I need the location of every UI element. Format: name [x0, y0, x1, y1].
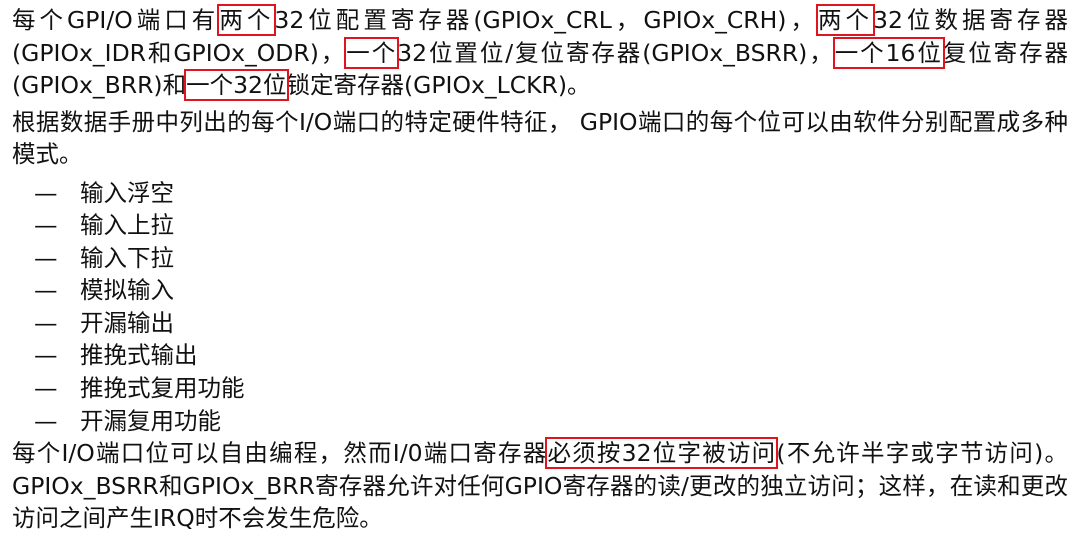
- highlight-one-32bit: 一个32位: [184, 69, 289, 101]
- mode-label: 输入浮空: [80, 178, 174, 207]
- text-segment: 32位置位/复位寄存器(GPIOx_BSRR)，: [397, 38, 835, 67]
- access-rules-paragraph: 每个I/O端口位可以自由编程，然而I/0端口寄存器必须按32位字被访问(不允许半…: [12, 437, 1068, 535]
- highlight-two-config: 两个: [217, 4, 277, 36]
- highlight-32bit-word-access: 必须按32位字被访问: [545, 437, 779, 470]
- bullet-dash: —: [34, 276, 58, 305]
- text-segment: 每个GPI/O端口有: [12, 6, 220, 34]
- mode-label: 输入下拉: [80, 243, 174, 272]
- highlight-two-data: 两个: [815, 4, 876, 36]
- bullet-dash: —: [34, 341, 58, 370]
- mode-label: 模拟输入: [80, 276, 174, 305]
- list-item: — 推挽式输出: [12, 339, 1068, 372]
- mode-list: — 输入浮空 — 输入上拉 — 输入下拉 — 模拟输入 — 开漏输出 — 推挽式输出 — 推挽…: [12, 177, 1068, 438]
- list-item: — 输入上拉: [12, 209, 1068, 242]
- list-item: — 输入下拉: [12, 242, 1068, 275]
- bullet-dash: —: [34, 178, 58, 207]
- list-item: — 推挽式复用功能: [12, 372, 1068, 405]
- list-item: — 输入浮空: [12, 177, 1068, 210]
- config-modes-intro-paragraph: 根据数据手册中列出的每个I/O端口的特定硬件特征， GPIO端口的每个位可以由软…: [12, 107, 1068, 169]
- bullet-dash: —: [34, 211, 58, 240]
- list-item: — 开漏输出: [12, 307, 1068, 340]
- bullet-dash: —: [34, 308, 58, 337]
- list-item: — 模拟输入: [12, 274, 1068, 307]
- text-segment: 每个I/O端口位可以自由编程，然而I/0端口寄存器: [12, 439, 548, 468]
- mode-label: 推挽式输出: [80, 341, 198, 370]
- mode-label: 开漏复用功能: [80, 406, 221, 435]
- highlight-one-bsrr: 一个: [344, 36, 400, 69]
- text-segment: 32位配置寄存器(GPIOx_CRL，GPIOx_CRH)，: [274, 6, 818, 34]
- bullet-dash: —: [34, 243, 58, 272]
- bullet-dash: —: [34, 374, 58, 403]
- text-segment: 锁定寄存器(GPIOx_LCKR)。: [286, 71, 591, 99]
- list-item: — 开漏复用功能: [12, 405, 1068, 438]
- bullet-dash: —: [34, 406, 58, 435]
- mode-label: 输入上拉: [80, 211, 174, 240]
- highlight-one-16bit: 一个16位: [832, 36, 945, 69]
- mode-label: 推挽式复用功能: [80, 374, 245, 403]
- mode-label: 开漏输出: [80, 308, 174, 337]
- document-page: 每个GPI/O端口有两个32位配置寄存器(GPIOx_CRL，GPIOx_CRH…: [12, 4, 1068, 535]
- register-overview-paragraph: 每个GPI/O端口有两个32位配置寄存器(GPIOx_CRL，GPIOx_CRH…: [12, 4, 1068, 102]
